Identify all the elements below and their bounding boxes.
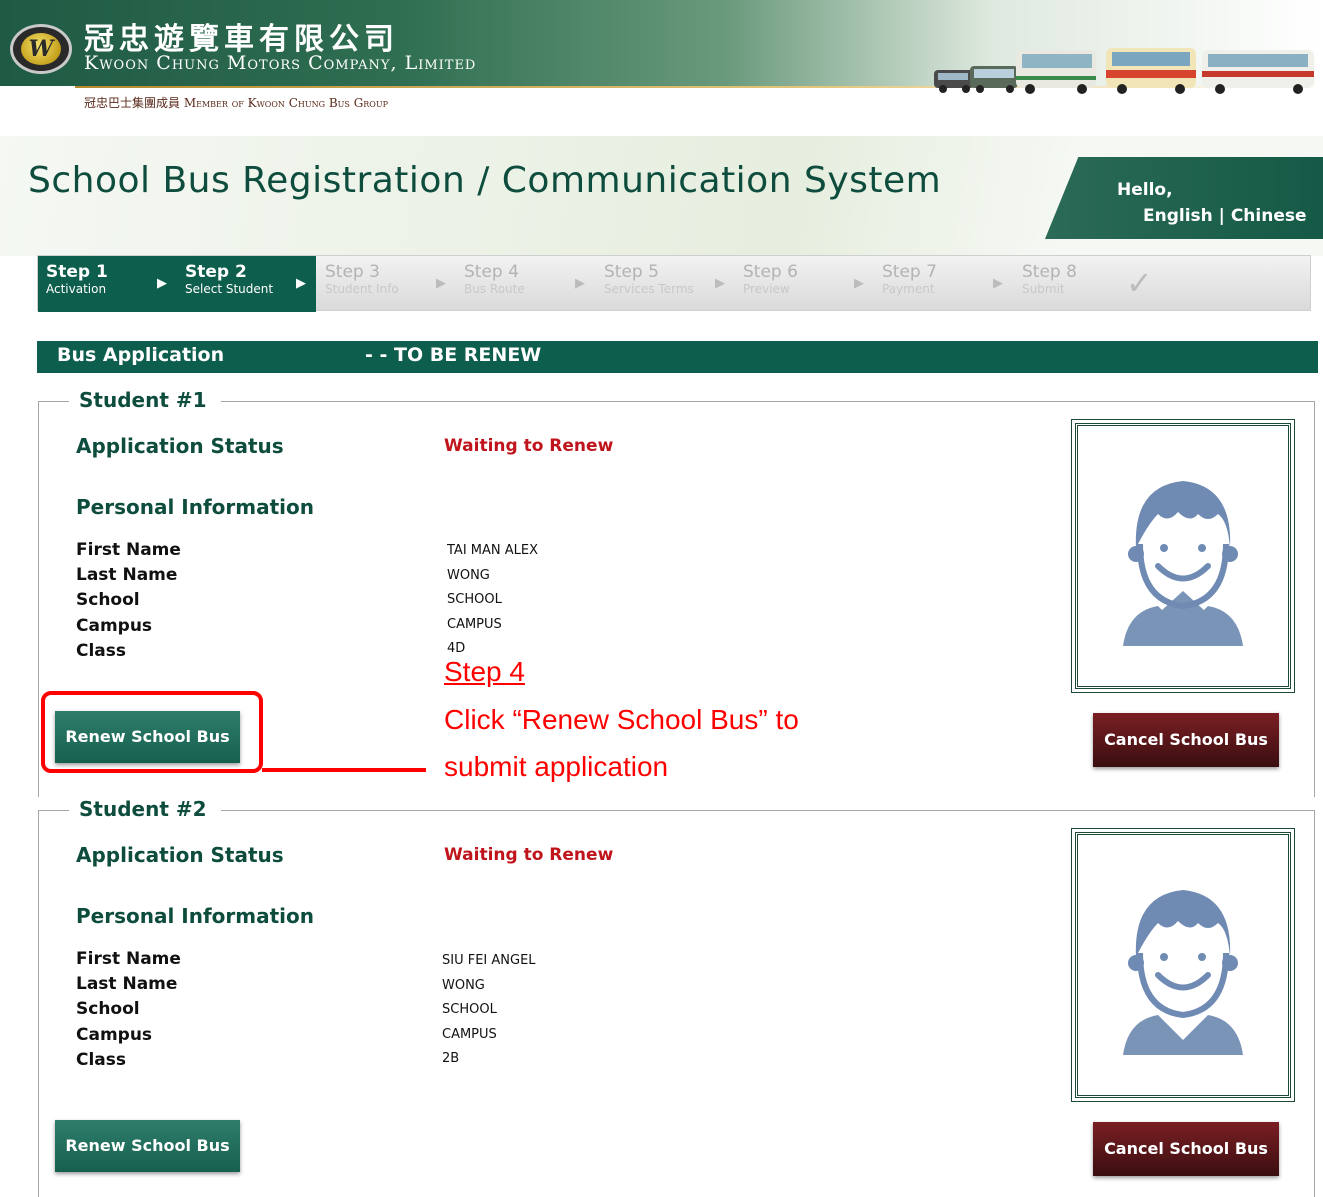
greeting: Hello, [1117, 180, 1173, 200]
school-value: SCHOOL [442, 1002, 497, 1017]
last-name-value: WONG [447, 568, 490, 583]
step-7: Step 7 Payment ▶ [874, 256, 1013, 312]
first-name-value: TAI MAN ALEX [447, 543, 539, 558]
personal-info-heading: Personal Information [76, 495, 314, 519]
step-1: Step 1 Activation ▶ [38, 256, 177, 312]
lang-separator: | [1212, 206, 1231, 226]
school-value: SCHOOL [447, 592, 502, 607]
step-4: Step 4 Bus Route ▶ [456, 256, 595, 312]
arrow-right-icon: ▶ [157, 276, 167, 291]
title-band-accent [1045, 157, 1323, 239]
cancel-school-bus-button[interactable]: Cancel School Bus [1093, 713, 1279, 767]
first-name-label: First Name [76, 949, 181, 969]
arrow-right-icon: ▶ [993, 276, 1003, 291]
step-3: Step 3 Student Info ▶ [317, 256, 456, 312]
first-name-label: First Name [76, 540, 181, 560]
campus-label: Campus [76, 1025, 153, 1045]
bus-fleet-illustration [934, 48, 1314, 94]
bus-application-subtitle: - - TO BE RENEW [365, 344, 542, 366]
last-name-label: Last Name [76, 565, 178, 585]
first-name-value: SIU FEI ANGEL [442, 953, 536, 968]
student-legend: Student #2 [69, 797, 221, 821]
bus-application-title: Bus Application [57, 344, 225, 366]
annotation-instruction-line-1: Click “Renew School Bus” to [444, 704, 799, 735]
school-label: School [76, 590, 140, 610]
annotation-highlight-box [41, 691, 263, 773]
class-value: 4D [447, 641, 466, 656]
checkmark-icon: ✓ [1126, 264, 1153, 302]
campus-label: Campus [76, 616, 153, 636]
school-label: School [76, 999, 140, 1019]
student-avatar-icon [1123, 890, 1243, 1055]
annotation-instruction-line-2: submit application [444, 751, 669, 782]
annotation-connector-line [262, 768, 426, 772]
application-status-label: Application Status [76, 434, 284, 458]
student-photo [1071, 828, 1295, 1102]
application-status-label: Application Status [76, 843, 284, 867]
step-subtitle: Submit [1022, 282, 1065, 296]
company-logo: W [10, 24, 72, 74]
page-title: School Bus Registration / Communication … [28, 160, 942, 201]
class-label: Class [76, 641, 127, 661]
bus-icon [1106, 48, 1196, 94]
bus-icon [970, 66, 1018, 93]
campus-value: CAMPUS [442, 1027, 497, 1042]
bus-icon [1016, 50, 1096, 94]
bus-icon [934, 70, 974, 93]
step-6: Step 6 Preview ▶ [735, 256, 874, 312]
company-name-english: Kwoon Chung Motors Company, Limited [84, 52, 477, 74]
class-value: 2B [442, 1051, 460, 1066]
language-switch: English | Chinese [1143, 206, 1307, 226]
arrow-right-icon: ▶ [575, 276, 585, 291]
student-avatar-icon [1123, 481, 1243, 646]
step-8: Step 8 Submit [1014, 256, 1124, 312]
bus-application-bar: Bus Application - - TO BE RENEW [37, 341, 1318, 373]
logo-letter: W [21, 33, 61, 65]
step-progress-bar: Step 1 Activation ▶ Step 2 Select Studen… [37, 255, 1311, 312]
personal-info-heading: Personal Information [76, 904, 314, 928]
annotation-step-label: Step 4 [444, 656, 525, 687]
application-status-value: Waiting to Renew [444, 845, 614, 865]
arrow-right-icon: ▶ [296, 276, 306, 291]
last-name-label: Last Name [76, 974, 178, 994]
arrow-right-icon: ▶ [715, 276, 725, 291]
class-label: Class [76, 1050, 127, 1070]
application-status-value: Waiting to Renew [444, 436, 614, 456]
renew-school-bus-button[interactable]: Renew School Bus [55, 1120, 240, 1172]
student-photo [1071, 419, 1295, 693]
student-legend: Student #1 [69, 388, 221, 412]
step-5: Step 5 Services Terms ▶ [596, 256, 735, 312]
lang-english-link[interactable]: English [1143, 206, 1213, 226]
step-2: Step 2 Select Student ▶ [177, 256, 316, 312]
campus-value: CAMPUS [447, 617, 502, 632]
last-name-value: WONG [442, 978, 485, 993]
arrow-right-icon: ▶ [854, 276, 864, 291]
bus-icon [1202, 50, 1314, 94]
arrow-right-icon: ▶ [436, 276, 446, 291]
member-group-line: 冠忠巴士集團成員 Member of Kwoon Chung Bus Group [84, 96, 388, 110]
cancel-school-bus-button[interactable]: Cancel School Bus [1093, 1122, 1279, 1176]
step-title: Step 8 [1022, 262, 1077, 282]
lang-chinese-link[interactable]: Chinese [1231, 206, 1307, 226]
